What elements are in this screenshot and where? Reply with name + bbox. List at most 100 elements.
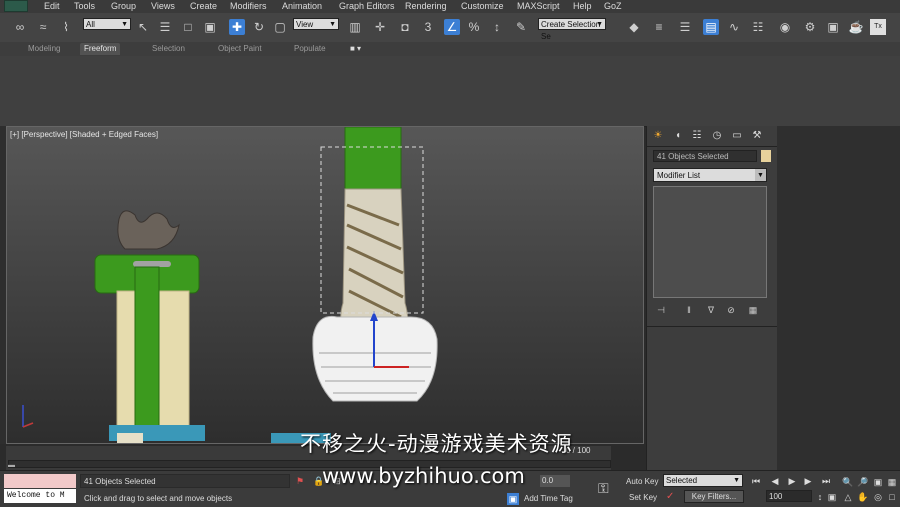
auto-key-button[interactable]: Auto Key [626,477,658,486]
object-color-swatch[interactable] [761,150,771,162]
configure-modifier-sets-icon[interactable]: ▦ [747,304,759,316]
scroll-left-icon[interactable]: ▬ [8,462,15,469]
field-of-view-icon[interactable]: △ [842,491,854,503]
menu-tools[interactable]: Tools [74,1,95,11]
create-panel-icon[interactable]: ☀ [651,129,665,143]
set-key-button[interactable]: Set Key [629,493,657,502]
perspective-viewport[interactable]: [+] [Perspective] [Shaded + Edged Faces] [6,126,644,444]
utilities-panel-icon[interactable]: ⚒ [750,129,764,143]
modify-panel-icon[interactable]: ◖ [671,129,685,143]
tab-object-paint[interactable]: Object Paint [214,43,266,55]
menu-modifiers[interactable]: Modifiers [230,1,267,11]
select-and-scale-icon[interactable]: ▢ [272,19,288,35]
select-by-name-icon[interactable]: ☰ [157,19,173,35]
default-tangent-icon[interactable]: ✓ [666,491,674,502]
menu-rendering[interactable]: Rendering [405,1,447,11]
make-unique-icon[interactable]: ∇ [705,304,717,316]
schematic-view-icon[interactable]: ☷ [750,19,766,35]
maxscript-listener-mini[interactable] [4,474,76,488]
add-time-tag-button[interactable]: Add Time Tag [524,494,573,503]
align-icon[interactable]: ≡ [651,19,667,35]
object-name-field[interactable]: 41 Objects Selected [653,150,757,162]
bind-spacewarp-icon[interactable]: ⌇ [58,19,74,35]
chevron-down-icon: ▼ [733,477,740,484]
menu-help[interactable]: Help [573,1,592,11]
menu-bar: Edit Tools Group Views Create Modifiers … [0,0,900,13]
menu-animation[interactable]: Animation [282,1,322,11]
current-frame-field[interactable]: 100 [766,490,812,502]
frame-spinner-icon[interactable]: ↕ [814,491,826,503]
window-crossing-icon[interactable]: ▣ [202,19,218,35]
rectangle-selection-icon[interactable]: □ [180,19,196,35]
menu-customize[interactable]: Customize [461,1,504,11]
mirror-icon[interactable]: ◆ [626,19,642,35]
ribbon-options-icon[interactable]: ■ ▾ [346,43,365,55]
maxscript-input[interactable]: Welcome to M [4,489,76,503]
menu-goz[interactable]: GoZ [604,1,622,11]
rendered-frame-window-icon[interactable]: ▣ [825,19,841,35]
select-object-icon[interactable]: ↖ [135,19,151,35]
hierarchy-panel-icon[interactable]: ☷ [690,129,704,143]
go-to-end-icon[interactable]: ⏭ [820,475,832,487]
spinner-snap-icon[interactable]: ↕ [489,19,505,35]
tab-populate[interactable]: Populate [290,43,330,55]
panel-divider [647,146,777,147]
display-panel-icon[interactable]: ▭ [730,129,744,143]
show-end-result-icon[interactable]: ‖ [683,304,695,316]
zoom-icon[interactable]: 🔍 [842,476,854,488]
render-production-icon[interactable]: ☕ [848,19,864,35]
remove-modifier-icon[interactable]: ⊘ [725,304,737,316]
z-coordinate-field[interactable]: 0.0 [540,475,570,487]
motion-panel-icon[interactable]: ◷ [710,129,724,143]
menu-views[interactable]: Views [151,1,175,11]
pin-stack-icon[interactable]: ⊣ [655,304,667,316]
play-icon[interactable]: ▶ [786,475,798,487]
key-mode-dropdown[interactable]: Selected ▼ [663,474,743,487]
modifier-list-dropdown[interactable]: Modifier List ▼ [653,168,767,182]
edit-named-selection-icon[interactable]: ✎ [513,19,529,35]
isolate-selection-icon[interactable]: ⚑ [294,475,306,487]
select-and-move-icon[interactable]: ✚ [229,19,245,35]
maximize-viewport-icon[interactable]: □ [886,491,898,503]
key-mode-toggle-icon[interactable]: ▣ [826,491,838,503]
curve-editor-icon[interactable]: ∿ [726,19,742,35]
orbit-icon[interactable]: ◎ [872,491,884,503]
percent-snap-icon[interactable]: % [466,19,482,35]
pivot-center-icon[interactable]: ▥ [347,19,363,35]
layer-manager-icon[interactable]: ▤ [703,19,719,35]
tab-freeform[interactable]: Freeform [80,43,121,55]
angle-snap-icon[interactable]: ∠ [444,19,460,35]
menu-group[interactable]: Group [111,1,136,11]
select-and-rotate-icon[interactable]: ↻ [251,19,267,35]
modifier-stack[interactable] [653,186,767,298]
key-filters-button[interactable]: Key Filters... [684,490,744,503]
menu-create[interactable]: Create [190,1,217,11]
material-editor-icon[interactable]: ◉ [777,19,793,35]
previous-frame-icon[interactable]: ◀ [769,475,781,487]
texture-tool-icon[interactable]: Tx [870,19,886,35]
pan-view-icon[interactable]: ✋ [857,491,869,503]
named-selection-set-dropdown[interactable]: Create Selection Se ▼ [538,18,606,41]
time-tag-icon[interactable]: ▣ [507,493,519,505]
keyboard-shortcut-override-icon[interactable]: ◘ [397,19,413,35]
link-icon[interactable]: ∞ [12,19,28,35]
zoom-extents-icon[interactable]: ▣ [872,476,884,488]
select-manipulate-icon[interactable]: ✛ [372,19,388,35]
zoom-extents-all-icon[interactable]: ▦ [886,476,898,488]
next-frame-icon[interactable]: ▶ [802,475,814,487]
go-to-start-icon[interactable]: ⏮ [750,475,762,487]
tab-selection[interactable]: Selection [148,43,189,55]
selection-filter-dropdown[interactable]: All ▼ [83,18,131,30]
menu-edit[interactable]: Edit [44,1,60,11]
unlink-icon[interactable]: ≈ [35,19,51,35]
key-icon[interactable]: ⚿ [598,480,609,497]
layer-explorer-icon[interactable]: ☰ [677,19,693,35]
app-logo[interactable] [4,0,28,12]
menu-graph-editors[interactable]: Graph Editors [339,1,395,11]
reference-coordinate-dropdown[interactable]: View ▼ [293,18,339,30]
menu-maxscript[interactable]: MAXScript [517,1,560,11]
snap-toggle-icon[interactable]: 3 [420,19,436,35]
tab-modeling[interactable]: Modeling [24,43,64,55]
zoom-all-icon[interactable]: 🔎 [857,476,869,488]
render-setup-icon[interactable]: ⚙ [802,19,818,35]
